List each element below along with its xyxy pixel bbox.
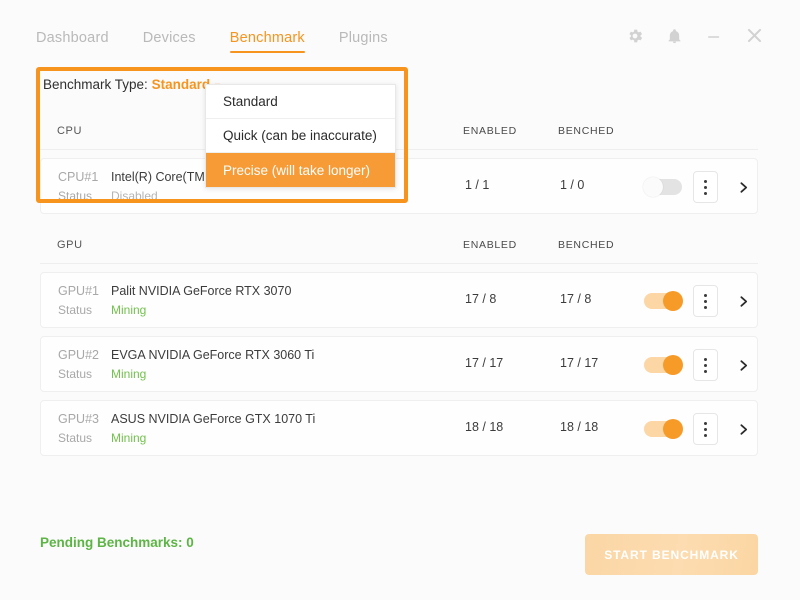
column-enabled-label: ENABLED bbox=[463, 125, 517, 137]
column-benched-label: BENCHED bbox=[558, 125, 614, 137]
chevron-right-icon[interactable] bbox=[733, 355, 753, 375]
enabled-value: 17 / 17 bbox=[465, 356, 503, 370]
pending-benchmarks-label: Pending Benchmarks: 0 bbox=[40, 535, 194, 550]
app-header: Dashboard Devices Benchmark Plugins bbox=[0, 0, 800, 63]
status-badge: Mining bbox=[111, 431, 146, 445]
toggle-knob bbox=[663, 355, 683, 375]
dropdown-option-0[interactable]: Standard bbox=[206, 85, 395, 119]
cpu-column-header: CPU ENABLED BENCHED bbox=[40, 112, 758, 150]
benched-value: 17 / 8 bbox=[560, 292, 591, 306]
gpu-section-title: GPU bbox=[57, 239, 83, 251]
tab-devices[interactable]: Devices bbox=[143, 30, 196, 53]
device-row[interactable]: GPU#2 EVGA NVIDIA GeForce RTX 3060 Ti Stat… bbox=[40, 336, 758, 392]
device-toggle[interactable] bbox=[644, 357, 682, 373]
gpu-section: GPU ENABLED BENCHED GPU#1 Palit NVIDIA Ge… bbox=[40, 226, 758, 456]
status-badge: Disabled bbox=[111, 189, 158, 203]
benched-value: 18 / 18 bbox=[560, 420, 598, 434]
enabled-value: 1 / 1 bbox=[465, 178, 489, 192]
benchmark-window: Dashboard Devices Benchmark Plugins bbox=[0, 0, 800, 600]
device-toggle[interactable] bbox=[644, 179, 682, 195]
benched-value: 1 / 0 bbox=[560, 178, 584, 192]
status-badge: Mining bbox=[111, 367, 146, 381]
device-index: GPU#1 bbox=[58, 284, 99, 298]
device-name: ASUS NVIDIA GeForce GTX 1070 Ti bbox=[111, 412, 315, 426]
status-label: Status bbox=[58, 367, 92, 381]
minimize-icon[interactable] bbox=[705, 27, 723, 45]
toggle-knob bbox=[663, 291, 683, 311]
toggle-knob bbox=[663, 419, 683, 439]
window-controls bbox=[626, 26, 764, 45]
tab-benchmark[interactable]: Benchmark bbox=[230, 30, 305, 53]
status-badge: Mining bbox=[111, 303, 146, 317]
benchmark-type-selector[interactable]: Benchmark Type: Standard▼ bbox=[43, 77, 222, 92]
status-label: Status bbox=[58, 431, 92, 445]
dropdown-option-1[interactable]: Quick (can be inaccurate) bbox=[206, 119, 395, 153]
enabled-value: 17 / 8 bbox=[465, 292, 496, 306]
more-options-icon[interactable] bbox=[693, 349, 718, 381]
device-index: GPU#3 bbox=[58, 412, 99, 426]
start-benchmark-button[interactable]: START BENCHMARK bbox=[585, 534, 758, 575]
tab-dashboard[interactable]: Dashboard bbox=[36, 30, 109, 53]
device-row[interactable]: GPU#1 Palit NVIDIA GeForce RTX 3070 Status… bbox=[40, 272, 758, 328]
toggle-knob bbox=[643, 177, 663, 197]
chevron-right-icon[interactable] bbox=[733, 177, 753, 197]
device-toggle[interactable] bbox=[644, 293, 682, 309]
device-toggle[interactable] bbox=[644, 421, 682, 437]
more-options-icon[interactable] bbox=[693, 285, 718, 317]
tab-plugins[interactable]: Plugins bbox=[339, 30, 388, 53]
close-icon[interactable] bbox=[745, 26, 764, 45]
benchmark-type-dropdown[interactable]: StandardQuick (can be inaccurate)Precise… bbox=[205, 84, 396, 188]
device-name: Palit NVIDIA GeForce RTX 3070 bbox=[111, 284, 291, 298]
chevron-right-icon[interactable] bbox=[733, 419, 753, 439]
more-options-icon[interactable] bbox=[693, 171, 718, 203]
benchmark-type-value: Standard bbox=[152, 77, 211, 92]
device-name: EVGA NVIDIA GeForce RTX 3060 Ti bbox=[111, 348, 314, 362]
device-row[interactable]: CPU#1Intel(R) Core(TM) i5StatusDisabled1… bbox=[40, 158, 758, 214]
column-benched-label: BENCHED bbox=[558, 239, 614, 251]
chevron-right-icon[interactable] bbox=[733, 291, 753, 311]
device-index: GPU#2 bbox=[58, 348, 99, 362]
status-label: Status bbox=[58, 303, 92, 317]
device-row[interactable]: GPU#3 ASUS NVIDIA GeForce GTX 1070 Ti Stat… bbox=[40, 400, 758, 456]
benched-value: 17 / 17 bbox=[560, 356, 598, 370]
bell-icon[interactable] bbox=[666, 27, 683, 45]
benchmark-type-label: Benchmark Type: bbox=[43, 77, 148, 92]
column-enabled-label: ENABLED bbox=[463, 239, 517, 251]
cpu-section-title: CPU bbox=[57, 125, 82, 137]
gpu-column-header: GPU ENABLED BENCHED bbox=[40, 226, 758, 264]
tab-bar: Dashboard Devices Benchmark Plugins bbox=[36, 30, 388, 53]
gear-icon[interactable] bbox=[626, 27, 644, 45]
device-index: CPU#1 bbox=[58, 170, 98, 184]
cpu-section: CPU ENABLED BENCHED CPU#1Intel(R) Core(T… bbox=[40, 112, 758, 214]
more-options-icon[interactable] bbox=[693, 413, 718, 445]
dropdown-option-2[interactable]: Precise (will take longer) bbox=[206, 153, 395, 187]
enabled-value: 18 / 18 bbox=[465, 420, 503, 434]
status-label: Status bbox=[58, 189, 92, 203]
